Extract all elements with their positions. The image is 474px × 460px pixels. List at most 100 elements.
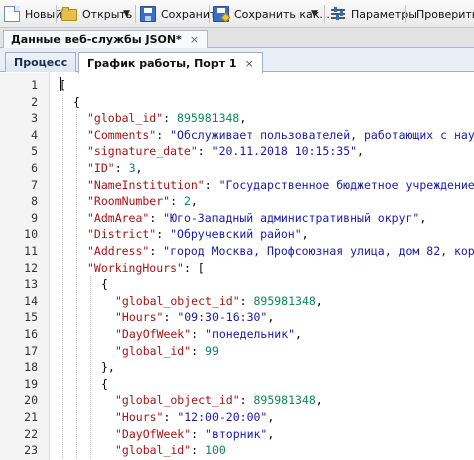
json-key: "global_id" [115,443,192,458]
code-text: "global_id": 100 [115,442,226,459]
code-line: 3 "global_id": 895981348, [0,110,474,127]
code-text: "ID": 3, [87,160,142,177]
line-number: 14 [24,293,38,308]
tab-label: Процесс [14,56,68,69]
parameters-label: Параметры [351,7,417,21]
json-punctuation: { [101,376,108,391]
json-string: "Юго-Западный административный округ" [163,210,420,225]
code-line: 12 "WorkingHours": [ [0,260,474,277]
json-key: "DayOfWeek" [115,327,192,341]
json-punctuation: : [163,410,178,424]
code-line: 13 { [0,276,474,293]
code-line: 14 "global_object_id": 895981348, [0,293,474,310]
line-number: 19 [24,376,38,391]
json-string: "Государственное бюджетное учреждение г [218,177,474,192]
tab-schedule-port-1[interactable]: График работы, Порт 1 × [78,52,263,73]
code-text: "global_id": 99 [115,343,219,360]
json-key: "RoomNumber" [87,194,171,209]
json-punctuation: , [135,161,143,175]
toolbar-divider [209,5,210,23]
json-punctuation: }, [101,360,115,375]
json-key: "Hours" [115,310,164,325]
save-as-dropdown-arrow[interactable]: ▼ [311,3,318,25]
json-punctuation: , [301,227,309,242]
parameters-button[interactable]: Параметры [330,3,417,25]
code-text: "DayOfWeek": "вторник", [115,426,274,443]
code-text: "WorkingHours": [ [87,260,205,277]
json-number: 2 [183,194,191,209]
code-line: 1[ [0,77,474,94]
json-key: "District" [87,227,157,242]
save-button[interactable]: Сохранить [140,3,223,25]
json-punctuation: : [163,111,178,126]
open-button[interactable]: Открыть [61,3,132,25]
code-text: "Comments": "Обслуживает пользователей, … [87,127,474,144]
json-number: 99 [205,343,219,358]
line-number: 12 [24,260,38,275]
json-punctuation: , [315,393,323,408]
json-number: 895981348 [253,393,316,408]
tab-json-web-service-data[interactable]: Данные веб-службы JSON* × [3,30,209,48]
code-text: "District": "Обручевский район", [87,226,309,243]
json-number: 100 [205,443,226,458]
settings-sliders-icon [330,6,346,22]
code-text: { [101,376,108,393]
close-icon[interactable]: × [190,33,199,46]
json-code-editor[interactable]: 1[2{3 "global_id": 895981348, 4 "Comments":… [0,73,474,460]
line-number: 17 [24,343,38,358]
line-number: 21 [24,410,38,424]
line-number: 1 [31,78,38,92]
toolbar-divider [405,5,406,23]
line-number: 13 [24,277,38,292]
json-key: "global_id" [115,343,192,358]
code-line: 6 "ID": 3, [0,160,474,177]
json-key: "ID" [87,161,115,175]
code-line: 15 "Hours": "09:30-16:30", [0,309,474,326]
json-number: 895981348 [177,111,240,126]
json-punctuation: , [419,210,427,225]
code-line: 8 "RoomNumber": 2, [0,193,474,210]
json-string: "12:00-20:00" [177,410,268,424]
new-button[interactable]: Новый [4,3,62,25]
code-line: 7 "NameInstitution": "Государственное бюд… [0,177,474,194]
json-punctuation: : [191,327,206,341]
line-number: 9 [31,210,38,225]
json-string: "Обслуживает пользователей, работающих с… [170,127,474,142]
code-text: "global_object_id": 895981348, [115,293,323,310]
json-key: "NameInstitution" [87,177,205,192]
json-punctuation: { [73,94,80,109]
line-number: 22 [24,426,38,441]
code-text: "DayOfWeek": "понедельник", [115,326,302,343]
line-number: 6 [31,161,38,175]
json-key: "Comments" [87,127,157,142]
open-dropdown-arrow[interactable]: ▼ [123,3,130,25]
json-punctuation: : [149,244,164,258]
line-number: 4 [31,127,38,142]
json-key: "AdmArea" [87,210,150,225]
code-text: { [101,276,108,293]
line-number: 3 [31,111,38,126]
code-line: 18}, [0,359,474,376]
code-text: "Address": "город Москва, Профсоюзная ул… [87,243,474,260]
code-line: 5 "signature_date": "20.11.2018 10:15:35"… [0,143,474,160]
code-line: 21 "Hours": "12:00-20:00", [0,409,474,426]
json-key: "global_object_id" [115,393,240,408]
line-number: 7 [31,177,38,192]
json-string: "20.11.2018 10:15:35" [211,144,358,159]
json-key: "signature_date" [87,144,198,159]
json-punctuation: , [239,111,247,126]
check-button[interactable]: Проверить [416,3,474,25]
json-key: "global_id" [87,111,164,126]
json-key: "DayOfWeek" [115,426,192,441]
json-key: "Hours" [115,410,164,424]
code-text: { [73,94,80,111]
tab-label: Данные веб-службы JSON* [11,33,182,46]
code-line: 22 "DayOfWeek": "вторник", [0,426,474,443]
tab-process[interactable]: Процесс [5,52,77,72]
json-punctuation: , [190,194,198,209]
code-line: 2{ [0,94,474,111]
close-icon[interactable]: × [245,57,254,70]
line-number: 18 [24,360,38,375]
code-text: "Hours": "09:30-16:30", [115,309,274,326]
json-punctuation: [ [59,78,66,92]
